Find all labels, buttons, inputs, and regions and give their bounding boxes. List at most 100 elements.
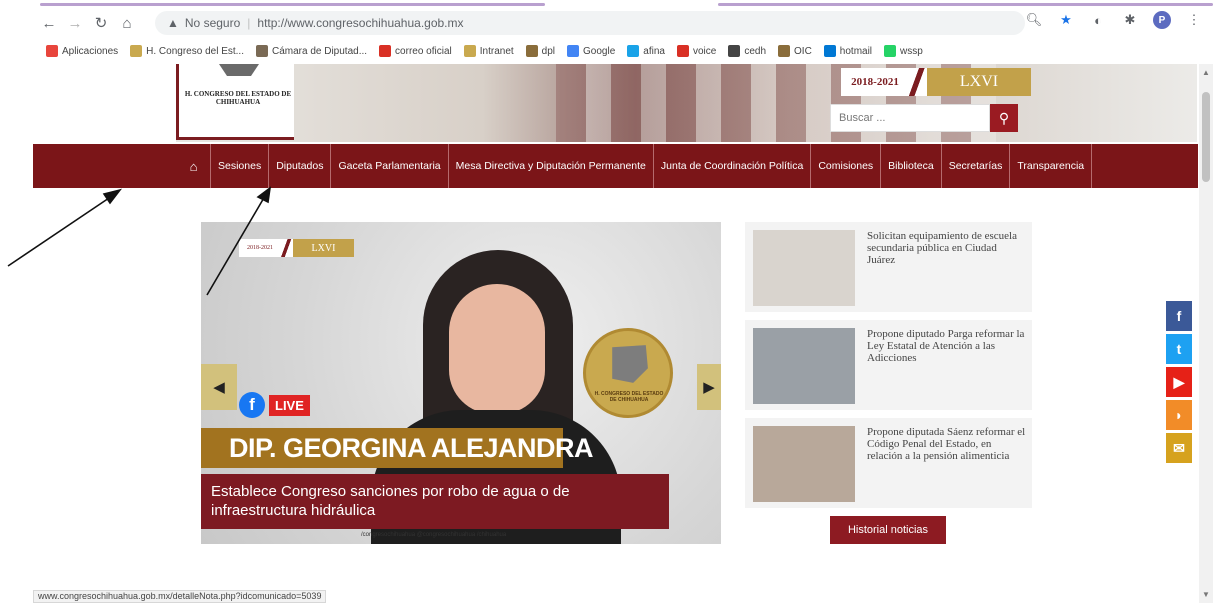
- scroll-up-icon[interactable]: ▲: [1202, 68, 1210, 77]
- header-banner: [176, 64, 1197, 142]
- nav-home-icon[interactable]: ⌂: [177, 144, 211, 188]
- twitter-icon[interactable]: t: [1166, 334, 1192, 364]
- forward-icon[interactable]: →: [64, 12, 86, 34]
- zoom-icon[interactable]: 🔍︎: [1025, 11, 1043, 29]
- nav-item[interactable]: Biblioteca: [881, 144, 942, 188]
- news-thumbnail[interactable]: [753, 426, 855, 502]
- bookmark-item[interactable]: hotmail: [823, 45, 873, 57]
- youtube-icon[interactable]: ▶: [1166, 367, 1192, 397]
- tab-indicator[interactable]: [718, 3, 1213, 6]
- tab-indicator[interactable]: [40, 3, 545, 6]
- nav-item[interactable]: Transparencia: [1010, 144, 1093, 188]
- bookmark-item[interactable]: afina: [627, 45, 665, 57]
- news-title-link[interactable]: Propone diputado Parga reformar la Ley E…: [867, 328, 1027, 364]
- news-item[interactable]: Solicitan equipamiento de escuela secund…: [745, 222, 1032, 312]
- back-icon[interactable]: ←: [38, 12, 60, 34]
- home-icon[interactable]: ⌂: [116, 12, 138, 34]
- scroll-thumb[interactable]: [1202, 92, 1210, 182]
- nav-item[interactable]: Gaceta Parlamentaria: [331, 144, 449, 188]
- bookmark-label: dpl: [541, 45, 556, 57]
- main-nav: ⌂ Sesiones Diputados Gaceta Parlamentaria M…: [33, 144, 1198, 188]
- seal-text: H. CONGRESO DEL ESTADO DE CHIHUAHUA: [594, 391, 664, 403]
- bookmark-label: correo oficial: [395, 45, 452, 57]
- bookmark-label: Google: [583, 45, 616, 57]
- rss-icon[interactable]: ◗: [1166, 400, 1192, 430]
- bookmark-item[interactable]: Aplicaciones: [46, 45, 118, 57]
- extension-icon[interactable]: ◐: [1089, 11, 1107, 29]
- news-thumbnail[interactable]: [753, 230, 855, 306]
- facebook-icon[interactable]: f: [1166, 301, 1192, 331]
- bookmark-item[interactable]: voice: [676, 45, 717, 57]
- email-icon[interactable]: ✉: [1166, 433, 1192, 463]
- star-icon[interactable]: ★: [1057, 11, 1075, 29]
- bookmark-item[interactable]: correo oficial: [379, 45, 452, 57]
- bookmark-favicon-icon: [884, 45, 897, 57]
- news-title-link[interactable]: Solicitan equipamiento de escuela secund…: [867, 230, 1027, 266]
- slider-next-button[interactable]: ▶: [697, 364, 721, 410]
- search-icon[interactable]: ⚲: [990, 104, 1018, 132]
- news-slider[interactable]: 2018-2021 LXVI H. CONGRESO DEL ESTADO DE…: [201, 222, 721, 544]
- scroll-down-icon[interactable]: ▼: [1202, 590, 1210, 599]
- bookmark-favicon-icon: [379, 45, 392, 57]
- security-label[interactable]: No seguro: [185, 16, 240, 30]
- bookmark-label: OIC: [794, 45, 812, 57]
- bookmark-label: hotmail: [839, 45, 873, 57]
- bookmark-item[interactable]: OIC: [778, 45, 812, 57]
- bookmark-favicon-icon: [823, 45, 836, 57]
- bookmark-favicon-icon: [130, 45, 143, 57]
- vertical-scrollbar[interactable]: ▲ ▼: [1199, 64, 1213, 603]
- facebook-live-badge: f LIVE: [239, 392, 310, 418]
- news-item[interactable]: Propone diputada Sáenz reformar el Códig…: [745, 418, 1032, 508]
- puzzle-icon[interactable]: ✱: [1121, 11, 1139, 29]
- nav-item[interactable]: Sesiones: [211, 144, 270, 188]
- nav-item[interactable]: Secretarías: [942, 144, 1011, 188]
- news-title-link[interactable]: Propone diputada Sáenz reformar el Códig…: [867, 426, 1027, 462]
- nav-item[interactable]: Diputados: [269, 144, 332, 188]
- bookmark-label: voice: [692, 45, 717, 57]
- profile-avatar[interactable]: P: [1153, 11, 1171, 29]
- web-page: H. CONGRESO DEL ESTADO DE CHIHUAHUA 2018…: [0, 64, 1199, 586]
- live-label: LIVE: [269, 394, 310, 416]
- nav-item[interactable]: Mesa Directiva y Diputación Permanente: [449, 144, 654, 188]
- badge-slash: [909, 68, 927, 96]
- news-item[interactable]: Propone diputado Parga reformar la Ley E…: [745, 320, 1032, 410]
- bookmark-label: Intranet: [479, 45, 514, 57]
- badge-slash: [281, 239, 293, 257]
- social-sidebar: f t ▶ ◗ ✉: [1166, 301, 1192, 466]
- address-bar[interactable]: ▲ No seguro | http://www.congresochihuah…: [155, 11, 1025, 35]
- menu-icon[interactable]: ⋮: [1185, 11, 1203, 29]
- reload-icon[interactable]: ↻: [90, 12, 112, 34]
- legislature-number: LXVI: [927, 68, 1031, 96]
- bookmark-item[interactable]: wssp: [884, 45, 923, 57]
- bookmark-item[interactable]: Cámara de Diputad...: [255, 45, 367, 57]
- warning-icon[interactable]: ▲: [167, 16, 179, 30]
- seal-map-icon: [612, 345, 648, 383]
- search-input[interactable]: Buscar ...: [830, 104, 990, 132]
- facebook-icon: f: [239, 392, 265, 418]
- slider-prev-button[interactable]: ◀: [201, 364, 237, 410]
- bookmark-favicon-icon: [46, 45, 58, 57]
- bookmark-item[interactable]: cedh: [728, 45, 766, 57]
- legislature-badge: 2018-2021 LXVI: [841, 68, 1031, 96]
- congress-seal: H. CONGRESO DEL ESTADO DE CHIHUAHUA: [583, 328, 673, 418]
- slide-badge-years: 2018-2021: [247, 245, 273, 251]
- news-thumbnail[interactable]: [753, 328, 855, 404]
- bookmark-item[interactable]: dpl: [525, 45, 556, 57]
- bookmark-item[interactable]: H. Congreso del Est...: [130, 45, 244, 57]
- bookmark-label: afina: [643, 45, 665, 57]
- nav-item[interactable]: Comisiones: [811, 144, 882, 188]
- historial-noticias-button[interactable]: Historial noticias: [830, 516, 946, 544]
- bookmark-item[interactable]: Intranet: [463, 45, 514, 57]
- bookmark-favicon-icon: [567, 45, 580, 57]
- congress-logo[interactable]: H. CONGRESO DEL ESTADO DE CHIHUAHUA: [176, 64, 294, 140]
- slide-caption-link[interactable]: Establece Congreso sanciones por robo de…: [201, 474, 669, 529]
- bookmark-favicon-icon: [255, 45, 268, 57]
- state-shape-icon: [219, 64, 259, 76]
- bookmark-item[interactable]: Google: [567, 45, 615, 57]
- url-text[interactable]: http://www.congresochihuahua.gob.mx: [257, 16, 463, 30]
- status-bar-url: www.congresochihuahua.gob.mx/detalleNota…: [33, 590, 327, 603]
- nav-item[interactable]: Junta de Coordinación Política: [654, 144, 812, 188]
- bookmark-label: Aplicaciones: [62, 45, 119, 57]
- legislature-years: 2018-2021: [851, 76, 899, 88]
- slide-badge-number: LXVI: [293, 239, 354, 257]
